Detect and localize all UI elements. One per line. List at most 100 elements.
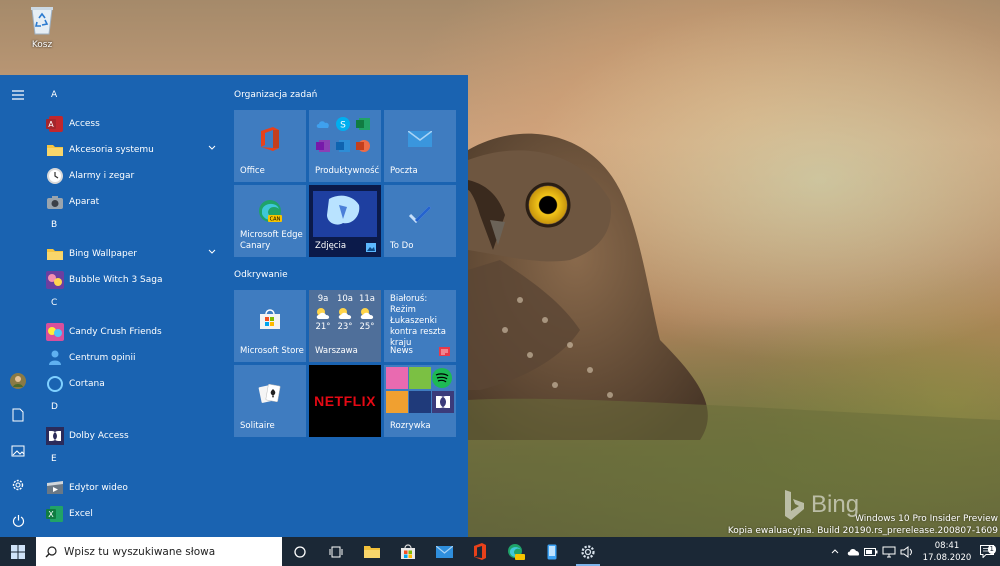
folder-icon: [46, 245, 64, 263]
video-editor-icon: [46, 479, 64, 497]
action-center-button[interactable]: 1: [974, 545, 1000, 558]
power-button[interactable]: [8, 510, 28, 530]
app-item-dolby-access[interactable]: Dolby Access: [40, 423, 220, 449]
recycle-bin-icon: [31, 7, 53, 35]
search-icon: [45, 545, 57, 557]
letter-header-d[interactable]: D: [40, 397, 220, 423]
letter-header-c[interactable]: C: [40, 293, 220, 319]
tile-edge-canary[interactable]: CAN Microsoft Edge Canary: [234, 185, 306, 257]
taskbar-office[interactable]: [462, 537, 498, 566]
edge-canary-icon: CAN: [259, 199, 282, 222]
app-item-access[interactable]: A Access: [40, 111, 220, 137]
tile-office[interactable]: Office: [234, 110, 306, 182]
excel-icon: X: [46, 505, 64, 523]
taskbar-settings[interactable]: [570, 537, 606, 566]
app-name: Edytor wideo: [69, 483, 128, 493]
app-name: Akcesoria systemu: [69, 145, 154, 155]
watermark-line-2: Kopia ewaluacyjna. Build 20190.rs_prerel…: [727, 526, 998, 536]
battery-tray-button[interactable]: [862, 547, 880, 556]
tile-label: News: [390, 346, 413, 356]
letter-header-b[interactable]: B: [40, 215, 220, 241]
folder-icon: [46, 141, 64, 159]
app-item-centrum-opinii[interactable]: Centrum opinii: [40, 345, 220, 371]
partly-sunny-icon: [316, 308, 330, 319]
tile-produktywnosc[interactable]: S Produktywność: [309, 110, 381, 182]
app-item-bing-wallpaper[interactable]: Bing Wallpaper: [40, 241, 220, 267]
start-button[interactable]: [0, 537, 36, 566]
photos-icon: [366, 243, 376, 252]
tile-group-organizacja: Office S Produktywność Poczta CAN Micros…: [234, 110, 460, 257]
tile-news[interactable]: Białoruś: Reżim Łukaszenki kontra reszta…: [384, 290, 456, 362]
cortana-button[interactable]: [282, 537, 318, 566]
app-item-alarmy-i-zegar[interactable]: Alarmy i zegar: [40, 163, 220, 189]
recycle-bin[interactable]: Kosz: [20, 4, 64, 50]
settings-button[interactable]: [8, 475, 28, 495]
chevron-down-icon[interactable]: [208, 249, 216, 254]
documents-button[interactable]: [8, 405, 28, 425]
avatar-icon: [10, 373, 26, 389]
letter-header-e[interactable]: E: [40, 449, 220, 475]
weather-hour: 11a: [358, 294, 376, 304]
app-name: Bing Wallpaper: [69, 249, 137, 259]
network-icon: [882, 546, 896, 557]
letter-header-a[interactable]: A: [40, 85, 220, 111]
task-view-icon: [329, 546, 343, 557]
app-item-excel[interactable]: X Excel: [40, 501, 220, 527]
user-account-button[interactable]: [8, 371, 28, 391]
tile-poczta[interactable]: Poczta: [384, 110, 456, 182]
volume-tray-button[interactable]: [898, 545, 916, 558]
svg-text:A: A: [48, 120, 54, 129]
taskbar-mail[interactable]: [426, 537, 462, 566]
cortana-circle-icon: [294, 545, 306, 558]
tile-zdjecia[interactable]: Zdjęcia: [309, 185, 381, 257]
taskbar-file-explorer[interactable]: [354, 537, 390, 566]
weather-temp: 21°: [315, 322, 331, 332]
search-box[interactable]: Wpisz tu wyszukiwane słowa: [36, 537, 282, 566]
tile-to-do[interactable]: To Do: [384, 185, 456, 257]
app-item-akcesoria-systemu[interactable]: Akcesoria systemu: [40, 137, 220, 163]
pictures-button[interactable]: [8, 441, 28, 461]
tile-label: Zdjęcia: [315, 241, 347, 251]
onedrive-tray-button[interactable]: [844, 548, 862, 556]
taskbar-phone[interactable]: [534, 537, 570, 566]
folder-icon: [364, 546, 380, 558]
app-item-candy-crush[interactable]: Candy Crush Friends: [40, 319, 220, 345]
show-hidden-icons-button[interactable]: [826, 549, 844, 554]
tile-label: Microsoft Edge Canary: [240, 230, 303, 251]
tile-microsoft-store[interactable]: Microsoft Store: [234, 290, 306, 362]
onedrive-icon: [315, 115, 331, 133]
chevron-down-icon[interactable]: [208, 145, 216, 150]
app-item-bubble-witch[interactable]: Bubble Witch 3 Saga: [40, 267, 220, 293]
tile-group-odkrywanie: Microsoft Store 9a 21° 10a 23° 11a 25° W…: [234, 290, 460, 437]
clock[interactable]: 08:41 17.08.2020: [920, 540, 974, 564]
outlook-icon: [335, 137, 351, 155]
taskbar-microsoft-store[interactable]: [390, 537, 426, 566]
tile-rozrywka[interactable]: Rozrywka: [384, 365, 456, 437]
app-item-edytor-wideo[interactable]: Edytor wideo: [40, 475, 220, 501]
system-tray: 08:41 17.08.2020 1: [826, 537, 1000, 566]
svg-text:X: X: [48, 510, 54, 519]
taskbar: Wpisz tu wyszukiwane słowa 08:41 17.08.2…: [0, 537, 1000, 566]
office-icon: [474, 543, 486, 560]
taskbar-edge-canary[interactable]: [498, 537, 534, 566]
games-collage: [386, 367, 454, 413]
weather-hour-1: 9a 21°: [313, 294, 333, 332]
news-icon: [439, 347, 450, 356]
recycle-bin-label: Kosz: [31, 40, 53, 50]
expand-menu-button[interactable]: [8, 85, 28, 105]
tile-weather[interactable]: 9a 21° 10a 23° 11a 25° Warszawa: [309, 290, 381, 362]
tile-label: Microsoft Store: [240, 346, 304, 356]
partly-sunny-icon: [338, 308, 352, 319]
app-item-cortana[interactable]: Cortana: [40, 371, 220, 397]
app-item-aparat[interactable]: Aparat: [40, 189, 220, 215]
search-placeholder[interactable]: Wpisz tu wyszukiwane słowa: [64, 546, 215, 558]
network-tray-button[interactable]: [880, 546, 898, 558]
group-title-organizacja[interactable]: Organizacja zadań: [234, 85, 460, 110]
tile-solitaire[interactable]: Solitaire: [234, 365, 306, 437]
weather-hour-3: 11a 25°: [357, 294, 377, 332]
cloud-icon: [847, 548, 859, 555]
task-view-button[interactable]: [318, 537, 354, 566]
app-name: Dolby Access: [69, 431, 129, 441]
tile-netflix[interactable]: NETFLIX: [309, 365, 381, 437]
group-title-odkrywanie[interactable]: Odkrywanie: [234, 265, 460, 290]
